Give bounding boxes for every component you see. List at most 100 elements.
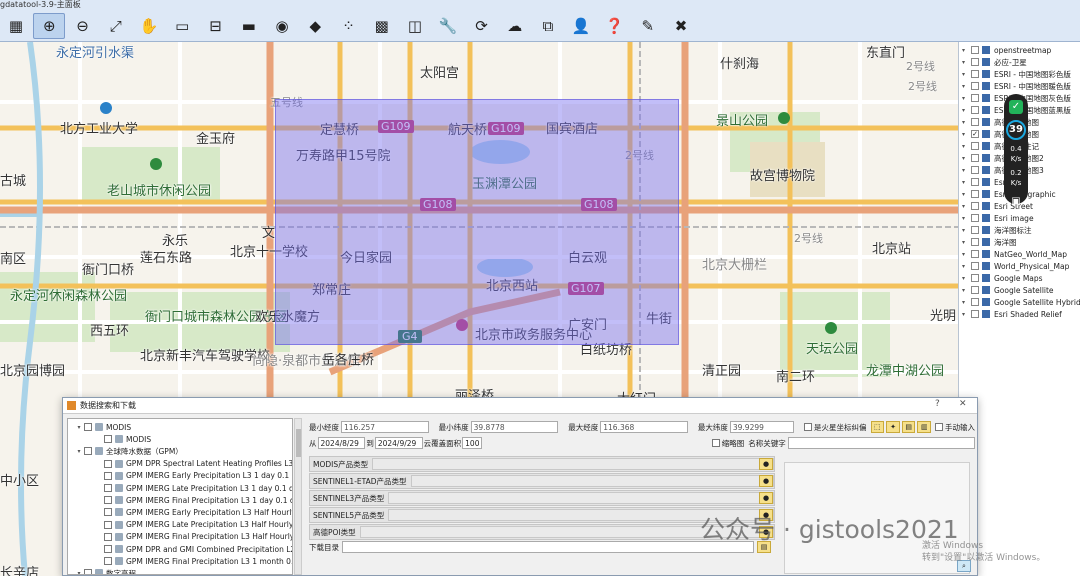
product-type-select[interactable]: [372, 458, 774, 470]
layer-item[interactable]: ▾ 海洋图标注: [959, 224, 1032, 236]
expand-chevron-icon[interactable]: ▾: [959, 59, 968, 66]
product-type-select[interactable]: [388, 492, 774, 504]
layer-item[interactable]: ▾ Google Maps: [959, 272, 1043, 284]
point-icon[interactable]: ⁘: [333, 13, 365, 39]
layer-checkbox[interactable]: [971, 118, 979, 126]
from-date-input[interactable]: 2024/8/29: [317, 437, 366, 449]
expand-chevron-icon[interactable]: ▾: [959, 83, 968, 90]
expand-chevron-icon[interactable]: ▾: [959, 239, 968, 246]
cloud-cover-input[interactable]: 100: [462, 437, 483, 449]
full-extent-icon[interactable]: ⤢: [100, 13, 132, 39]
pencil-icon[interactable]: ✎: [632, 13, 664, 39]
expand-chevron-icon[interactable]: ▾: [959, 131, 968, 138]
mars-coord-checkbox[interactable]: [804, 423, 813, 431]
scrollbar-thumb[interactable]: [296, 429, 301, 457]
measure-icon[interactable]: ▭: [166, 13, 198, 39]
zoom-out-icon[interactable]: ⊖: [67, 13, 99, 39]
rect-select-icon[interactable]: ▬: [233, 13, 265, 39]
layer-checkbox[interactable]: [971, 274, 979, 282]
max-lat-input[interactable]: 39.9299: [729, 421, 795, 433]
help-button[interactable]: ?: [935, 399, 940, 409]
expand-chevron-icon[interactable]: ▾: [959, 47, 968, 54]
layer-checkbox[interactable]: [971, 250, 979, 258]
download-dir-input[interactable]: [342, 541, 754, 553]
min-lat-input[interactable]: 39.8778: [470, 421, 559, 433]
layer-checkbox[interactable]: [971, 70, 979, 78]
tree-checkbox[interactable]: [104, 532, 112, 541]
tree-checkbox[interactable]: [104, 557, 112, 566]
layer-item[interactable]: ▾ Esri image: [959, 212, 1034, 224]
layer-checkbox[interactable]: [971, 298, 979, 306]
layer-checkbox[interactable]: [971, 82, 979, 90]
close-button[interactable]: ✕: [959, 399, 967, 409]
expand-chevron-icon[interactable]: ▾: [959, 251, 968, 258]
layer-item[interactable]: ▾ NatGeo_World_Map: [959, 248, 1067, 260]
layer-item[interactable]: ▾ ESRI - 中国地图彩色版: [959, 68, 1071, 80]
expand-chevron-icon[interactable]: ▾: [959, 95, 968, 102]
diamond-icon[interactable]: ◆: [299, 13, 331, 39]
layer-item[interactable]: ▾ Google Satellite Hybrid: [959, 296, 1080, 308]
layer-item[interactable]: ▾ World_Physical_Map: [959, 260, 1069, 272]
layer-item[interactable]: ▾ Google Satellite: [959, 284, 1054, 296]
layer-checkbox[interactable]: [971, 286, 979, 294]
layer-checkbox[interactable]: [971, 310, 979, 318]
layer-checkbox[interactable]: [971, 142, 979, 150]
layer-checkbox[interactable]: ✓: [971, 130, 979, 138]
tools-icon[interactable]: 🔧: [432, 13, 464, 39]
layer-checkbox[interactable]: [971, 262, 979, 270]
pick-point-icon[interactable]: ✦: [886, 421, 900, 433]
expand-chevron-icon[interactable]: ▾: [959, 203, 968, 210]
layer-item[interactable]: ▾ 必应-卫星: [959, 56, 1027, 68]
zoom-in-icon[interactable]: ⊕: [33, 13, 66, 39]
layer-item[interactable]: ▾高德矢量地图2: [959, 152, 1044, 164]
expand-chevron-icon[interactable]: ▾: [74, 570, 84, 574]
max-lon-input[interactable]: 116.368: [600, 421, 688, 433]
clear-icon[interactable]: ◫: [399, 13, 431, 39]
tree-item[interactable]: GPM IMERG Final Precipitation L3 1 day 0…: [94, 494, 292, 506]
layer-checkbox[interactable]: [971, 58, 979, 66]
product-type-options-button[interactable]: ●: [759, 458, 773, 470]
pick-rect-icon[interactable]: ⬚: [870, 421, 885, 433]
pan-hand-icon[interactable]: ✋: [133, 13, 165, 39]
layer-checkbox[interactable]: [971, 46, 979, 54]
tree-checkbox[interactable]: [104, 484, 112, 492]
save-icon[interactable]: ▥: [917, 421, 932, 433]
thumbnail-checkbox[interactable]: [712, 439, 720, 447]
refresh-icon[interactable]: ⟳: [466, 13, 498, 39]
expand-chevron-icon[interactable]: ▾: [959, 167, 968, 174]
expand-chevron-icon[interactable]: ▾: [959, 71, 968, 78]
location-icon[interactable]: ◉: [266, 13, 298, 39]
camera-icon[interactable]: ▣: [1004, 196, 1028, 207]
layer-item[interactable]: ▾ openstreetmap: [959, 44, 1051, 56]
expand-chevron-icon[interactable]: ▾: [74, 424, 84, 431]
layer-item[interactable]: ▾ 海洋图: [959, 236, 1017, 248]
layer-checkbox[interactable]: [971, 106, 979, 114]
layer-checkbox[interactable]: [971, 238, 979, 246]
tree-item[interactable]: GPM IMERG Early Precipitation L3 1 day 0…: [94, 470, 292, 482]
expand-chevron-icon[interactable]: ▾: [959, 227, 968, 234]
expand-chevron-icon[interactable]: ▾: [959, 143, 968, 150]
cloud-icon[interactable]: ☁: [499, 13, 531, 39]
layer-checkbox[interactable]: [971, 190, 979, 198]
layer-item[interactable]: ▾ Esri: [959, 176, 1008, 188]
selection-rectangle[interactable]: [275, 99, 679, 345]
expand-chevron-icon[interactable]: ▾: [959, 275, 968, 282]
tree-checkbox[interactable]: [104, 459, 112, 468]
tree-item[interactable]: GPM DPR and GMI Combined Precipitation L…: [94, 543, 292, 555]
layer-item[interactable]: ▾ Esri Shaded Relief: [959, 308, 1062, 320]
expand-chevron-icon[interactable]: ▾: [959, 107, 968, 114]
open-folder-icon[interactable]: ▤: [901, 421, 916, 433]
expand-chevron-icon[interactable]: ▾: [959, 215, 968, 222]
tree-checkbox[interactable]: [84, 423, 92, 431]
tree-checkbox[interactable]: [104, 545, 112, 553]
tree-checkbox[interactable]: [104, 435, 112, 444]
min-lon-input[interactable]: 116.257: [341, 421, 429, 433]
tree-item[interactable]: MODIS: [94, 433, 151, 445]
user-icon[interactable]: 👤: [565, 13, 597, 39]
tree-item[interactable]: GPM IMERG Early Precipitation L3 Half Ho…: [94, 506, 292, 518]
manual-input-checkbox[interactable]: [935, 423, 943, 431]
tree-item[interactable]: GPM IMERG Late Precipitation L3 1 day 0.…: [94, 482, 292, 494]
product-type-select[interactable]: [410, 475, 774, 487]
tree-item[interactable]: GPM IMERG Final Precipitation L3 Half Ho…: [94, 531, 292, 543]
layer-icon[interactable]: ▦: [0, 13, 32, 39]
